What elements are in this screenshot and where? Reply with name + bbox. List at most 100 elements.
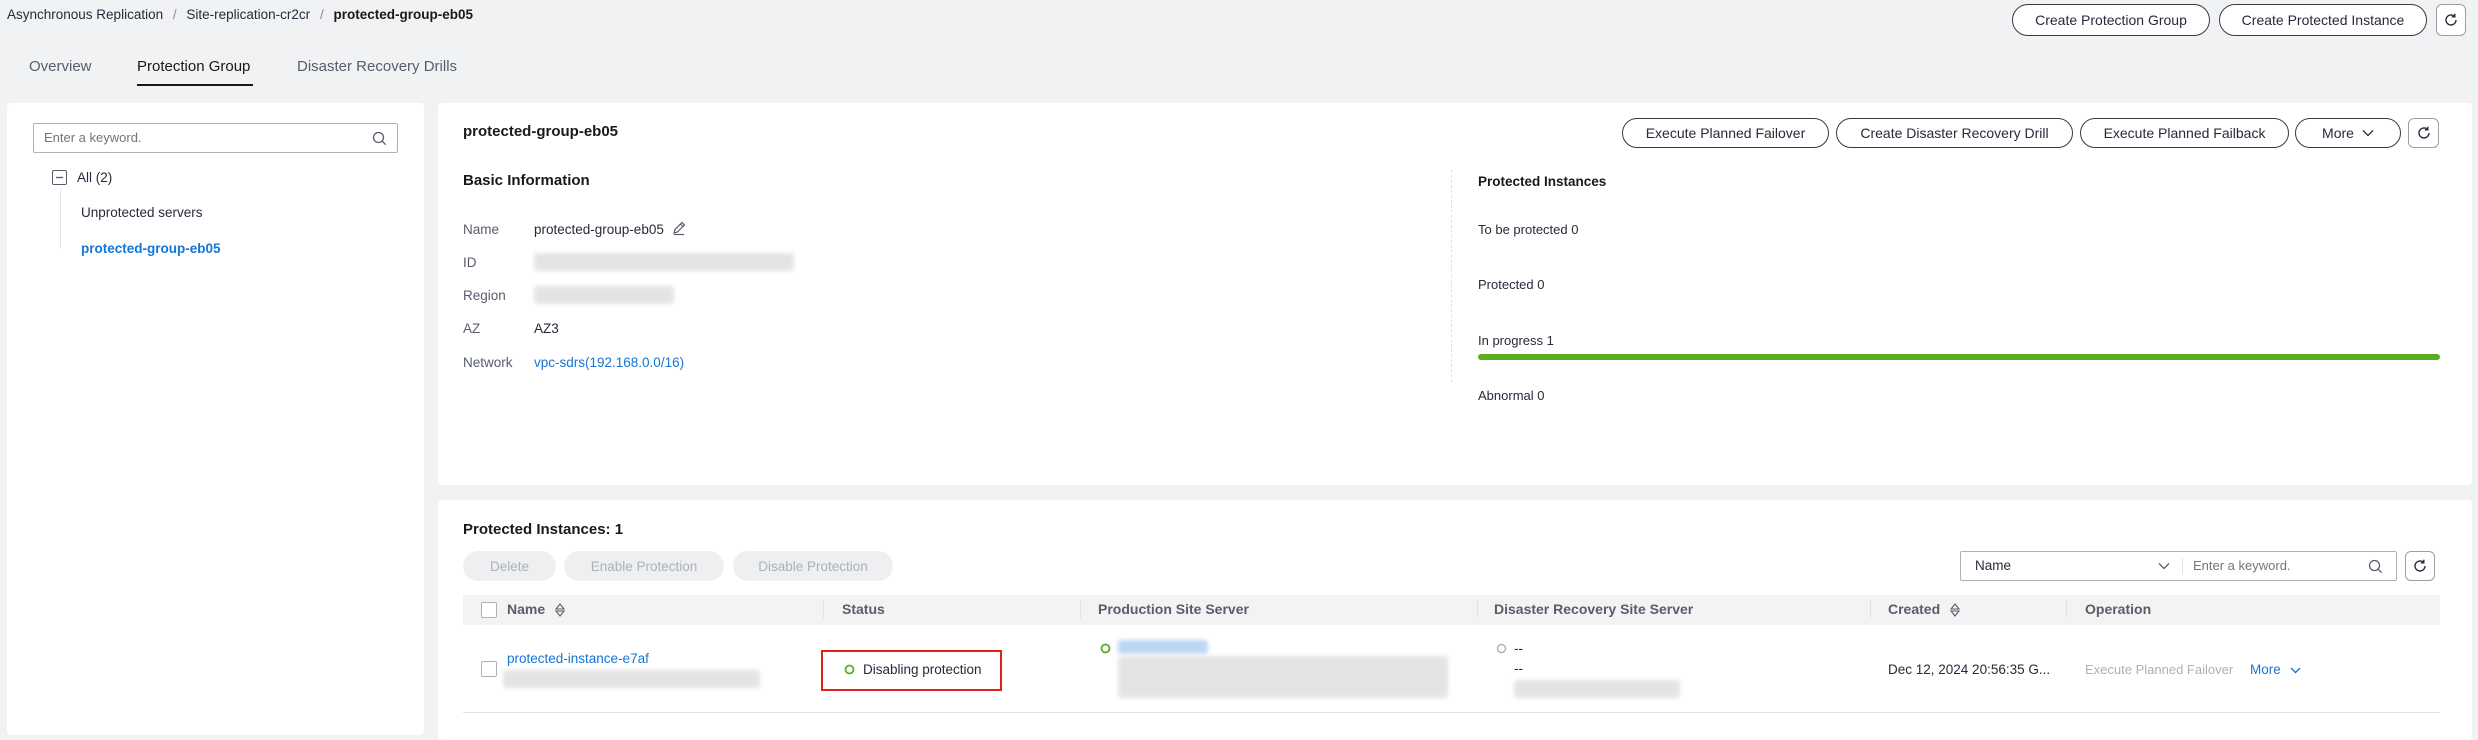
dr-status-icon [1496,643,1507,654]
group-tree-panel: All (2) Unprotected servers protected-gr… [7,103,424,735]
filter-box[interactable]: Name [1960,551,2397,581]
breadcrumb-separator: / [319,7,324,22]
enable-protection-button[interactable]: Enable Protection [564,551,724,581]
column-header-status: Status [842,601,885,617]
column-separator [823,600,824,618]
region-value-redacted [534,286,674,304]
production-status-icon [1100,643,1111,654]
select-all-checkbox[interactable] [481,602,497,618]
group-detail-panel: protected-group-eb05 Execute Planned Fai… [438,103,2472,485]
delete-button[interactable]: Delete [463,551,556,581]
tab-overview[interactable]: Overview [29,58,92,75]
breadcrumb-separator: / [172,7,177,22]
search-icon[interactable] [2368,559,2383,574]
tree-search-box[interactable] [33,123,398,153]
sort-icon[interactable] [1950,603,1961,618]
active-tab-indicator [137,84,253,86]
edit-icon[interactable] [671,220,687,236]
az-label: AZ [463,321,481,336]
name-label: Name [463,222,500,237]
tree-guide-line [60,189,61,249]
region-label: Region [463,288,506,303]
status-text: Disabling protection [863,662,982,677]
execute-planned-failover-button[interactable]: Execute Planned Failover [1622,118,1829,148]
dr-server-redacted [1514,680,1680,698]
instance-name-link[interactable]: protected-instance-e7af [507,651,649,666]
row-more-label: More [2250,662,2281,677]
column-separator [1477,600,1478,618]
tree-root-label[interactable]: All (2) [77,170,112,185]
protected-count: Protected 0 [1478,277,1545,292]
az-value: AZ3 [534,321,559,336]
in-progress-bar-fill [1478,354,2440,360]
tree-item-protected-group[interactable]: protected-group-eb05 [81,241,221,256]
breadcrumb-item-site[interactable]: Site-replication-cr2cr [186,7,310,22]
column-header-operation: Operation [2085,601,2152,617]
column-separator [1870,600,1871,618]
tree-collapse-toggle[interactable] [52,170,67,185]
network-label: Network [463,355,513,370]
table-title: Protected Instances: 1 [463,521,624,538]
breadcrumb: Asynchronous Replication / Site-replicat… [7,7,473,22]
basic-info-title: Basic Information [463,172,590,189]
tree-search-input[interactable] [44,130,364,145]
id-value-redacted [534,253,794,271]
column-header-dr-server: Disaster Recovery Site Server [1494,601,1694,617]
in-progress-count: In progress 1 [1478,333,1554,348]
created-time: Dec 12, 2024 20:56:35 G... [1888,662,2051,677]
filter-keyword-input[interactable] [2193,558,2358,573]
section-divider [1451,170,1452,382]
column-name-label: Name [507,601,546,617]
tree-item-unprotected-servers[interactable]: Unprotected servers [81,205,203,220]
create-dr-drill-button[interactable]: Create Disaster Recovery Drill [1836,118,2073,148]
table-refresh-button[interactable] [2405,551,2435,581]
column-separator [1080,600,1081,618]
row-failover-action[interactable]: Execute Planned Failover [2085,662,2233,677]
disable-protection-button[interactable]: Disable Protection [733,551,893,581]
production-server-redacted [1118,640,1208,654]
create-protected-instance-button[interactable]: Create Protected Instance [2219,4,2427,36]
search-icon[interactable] [372,131,387,146]
column-header-name[interactable]: Name [507,601,566,618]
chevron-down-icon [2362,130,2374,137]
to-be-protected-count: To be protected 0 [1478,222,1579,237]
tab-protection-group[interactable]: Protection Group [137,58,250,75]
abnormal-count: Abnormal 0 [1478,388,1545,403]
tab-dr-drills[interactable]: Disaster Recovery Drills [297,58,457,75]
name-value: protected-group-eb05 [534,222,664,237]
production-server-details-redacted [1118,656,1448,698]
breadcrumb-item-current: protected-group-eb05 [333,7,473,22]
minus-icon [56,176,63,179]
column-created-label: Created [1888,601,1941,617]
more-label: More [2322,125,2354,141]
more-actions-button[interactable]: More [2295,118,2401,148]
id-label: ID [463,255,477,270]
group-title: protected-group-eb05 [463,123,619,140]
table-row [463,712,2440,713]
dr-server-detail: -- [1514,661,1523,676]
chevron-down-icon [2290,667,2301,674]
status-circle-icon [844,664,855,675]
in-progress-bar [1478,354,2440,360]
execute-planned-failback-button[interactable]: Execute Planned Failback [2080,118,2289,148]
instance-id-redacted [503,670,760,688]
refresh-icon [2414,559,2426,572]
sort-icon[interactable] [555,603,566,618]
refresh-icon [2417,126,2430,139]
dr-server-name: -- [1514,641,1523,656]
row-more-action[interactable]: More [2250,662,2301,677]
row-checkbox[interactable] [481,661,497,677]
chevron-down-icon[interactable] [2158,562,2170,570]
group-refresh-button[interactable] [2408,118,2439,148]
filter-field-select[interactable]: Name [1975,558,2011,573]
column-separator [2066,600,2067,618]
filter-divider [2182,558,2183,574]
network-link[interactable]: vpc-sdrs(192.168.0.0/16) [534,355,684,370]
create-protection-group-button[interactable]: Create Protection Group [2012,4,2210,36]
breadcrumb-item-replication[interactable]: Asynchronous Replication [7,7,163,22]
column-header-production-server: Production Site Server [1098,601,1249,617]
instances-summary-title: Protected Instances [1478,174,1607,189]
refresh-button[interactable] [2436,4,2466,36]
refresh-icon [2445,13,2457,26]
column-header-created[interactable]: Created [1888,601,1961,618]
